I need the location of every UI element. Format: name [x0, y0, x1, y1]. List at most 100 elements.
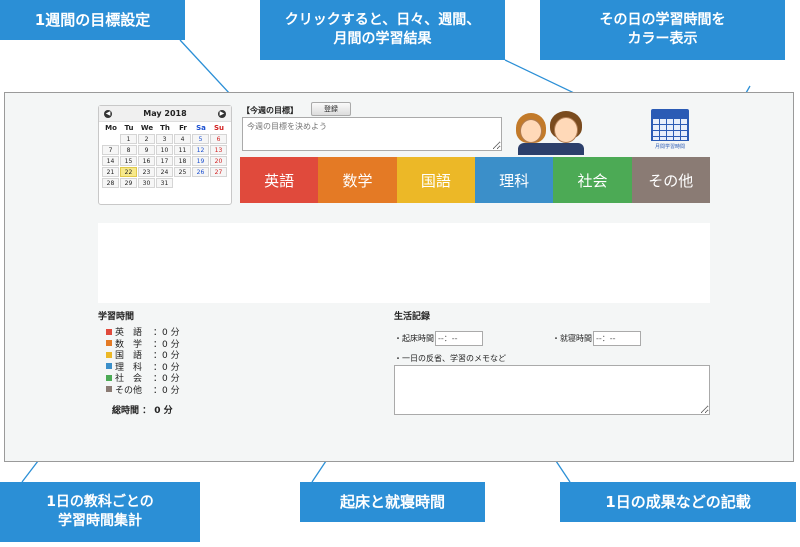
calendar-icon-grid [651, 117, 689, 141]
tab-japanese[interactable]: 国語 [396, 157, 475, 203]
sleep-time-row: ・就寝時間 --：-- [552, 331, 641, 346]
uniforms [518, 143, 584, 155]
calendar-day[interactable]: 5 [192, 134, 209, 144]
calendar-day[interactable]: 27 [210, 167, 227, 177]
tab-science[interactable]: 理科 [474, 157, 554, 203]
calendar-day[interactable]: 14 [102, 156, 119, 166]
callout-daily-record-text: 1日の成果などの記載 [605, 492, 751, 511]
study-subject-minutes: ：0 分 [153, 385, 180, 396]
study-time-heading: 学習時間 [98, 312, 135, 322]
memo-label: ・一日の反省、学習のメモなど [394, 354, 506, 363]
calendar-header: ◀ May 2018 ▶ [99, 106, 231, 122]
chevron-right-icon[interactable]: ▶ [217, 109, 226, 118]
weekday-label: Th [160, 124, 170, 132]
calendar-day[interactable]: 13 [210, 145, 227, 155]
calendar-day[interactable]: 29 [120, 178, 137, 188]
callout-click-result-line2: 月間の学習結果 [333, 31, 432, 47]
calendar-day[interactable]: 24 [156, 167, 173, 177]
calendar-week-row: 28 29 30 31 [99, 178, 231, 189]
calendar-month-title: May 2018 [143, 109, 187, 118]
tab-social-studies[interactable]: 社会 [553, 157, 632, 203]
calendar-day[interactable]: 20 [210, 156, 227, 166]
subject-color-swatch [106, 374, 112, 381]
calendar-day[interactable]: 31 [156, 178, 173, 188]
subject-color-swatch [106, 386, 112, 393]
monthly-study-time-icon[interactable]: 月間学習時間 [651, 109, 689, 153]
calendar-week-row: 14 15 16 17 18 19 20 [99, 156, 231, 167]
callout-click-result-line1: クリックすると、日々、週間、 [284, 12, 481, 29]
student-characters-illustration [512, 111, 590, 155]
calendar-day[interactable]: 6 [210, 134, 227, 144]
calendar-day[interactable]: 17 [156, 156, 173, 166]
calendar-day[interactable]: 28 [102, 178, 119, 188]
subject-color-swatch [106, 340, 112, 347]
tab-math[interactable]: 数学 [318, 157, 397, 203]
wake-time-label: ・起床時間 [394, 334, 434, 343]
weekday-label: Mo [105, 124, 117, 132]
weekday-label-saturday: Sa [196, 124, 206, 132]
subject-tabs: 英語 数学 国語 理科 社会 その他 [240, 157, 710, 203]
calendar-day[interactable]: 16 [138, 156, 155, 166]
study-total-time: 総時間 ： 0 分 [112, 406, 173, 416]
study-time-item: その他 ：0 分 [106, 384, 180, 396]
daily-memo-input[interactable] [394, 365, 710, 415]
callout-wake-sleep-text: 起床と就寝時間 [339, 492, 445, 511]
calendar-day[interactable]: 4 [174, 134, 191, 144]
calendar-day[interactable]: 12 [192, 145, 209, 155]
calendar-days: 1 2 3 4 5 6 7 8 9 10 11 12 13 14 15 16 17 18 19 20 21 22 23 24 2… [99, 134, 231, 189]
study-time-summary: 学習時間 英 語：0 分数 学：0 分国 語：0 分理 科：0 分社 会：0 分… [98, 309, 180, 416]
calendar-day[interactable]: 1 [120, 134, 137, 144]
sleep-time-label: ・就寝時間 [552, 334, 592, 343]
calendar-icon-top [651, 109, 689, 117]
calendar-day[interactable]: 8 [120, 145, 137, 155]
calendar-day[interactable]: 30 [138, 178, 155, 188]
wake-time-input[interactable]: --：-- [435, 331, 483, 346]
boy-face [554, 117, 578, 143]
weekday-label: Tu [124, 124, 134, 132]
subject-color-swatch [106, 351, 112, 358]
calendar-day[interactable]: 2 [138, 134, 155, 144]
callout-subject-total: 1日の教科ごとの 学習時間集計 [0, 482, 200, 542]
tab-other[interactable]: その他 [631, 157, 710, 203]
callout-click-result: クリックすると、日々、週間、 月間の学習結果 [260, 0, 505, 60]
monthly-study-time-caption: 月間学習時間 [654, 144, 685, 150]
subject-color-swatch [106, 363, 112, 370]
life-record: 生活記録 ・起床時間 --：-- ・就寝時間 --：-- [394, 309, 714, 346]
calendar-day[interactable]: 21 [102, 167, 119, 177]
callout-daily-record: 1日の成果などの記載 [560, 482, 796, 522]
calendar-weekday-row: Mo Tu We Th Fr Sa Su [99, 122, 231, 134]
callout-subject-total-line2: 学習時間集計 [58, 513, 142, 529]
calendar-week-row: 21 22 23 24 25 26 27 [99, 167, 231, 178]
callout-weekly-goal: 1週間の目標設定 [0, 0, 185, 40]
chevron-left-icon[interactable]: ◀ [104, 109, 112, 118]
sleep-time-input[interactable]: --：-- [593, 331, 641, 346]
calendar-day[interactable]: 25 [174, 167, 191, 177]
wake-time-row: ・起床時間 --：-- [394, 331, 483, 346]
calendar-week-row: 7 8 9 10 11 12 13 [99, 145, 231, 156]
register-button[interactable]: 登録 [311, 102, 351, 116]
callout-weekly-goal-text: 1週間の目標設定 [34, 10, 151, 29]
calendar-day[interactable]: 10 [156, 145, 173, 155]
callout-color-display: その日の学習時間を カラー表示 [540, 0, 785, 60]
calendar-day[interactable]: 7 [102, 145, 119, 155]
calendar-day[interactable]: 26 [192, 167, 209, 177]
calendar-widget: ◀ May 2018 ▶ Mo Tu We Th Fr Sa Su 123456… [98, 105, 232, 205]
life-record-heading: 生活記録 [394, 312, 431, 322]
study-time-list: 英 語：0 分数 学：0 分国 語：0 分理 科：0 分社 会：0 分その他 ：0… [98, 326, 180, 396]
study-subject-label: その他 [115, 385, 143, 396]
callout-subject-total-line1: 1日の教科ごとの [46, 494, 154, 511]
weekly-goal-label: 【今週の目標】 [242, 106, 298, 115]
calendar-day[interactable]: 23 [138, 167, 155, 177]
weekly-goal-input[interactable] [242, 117, 502, 151]
callout-wake-sleep: 起床と就寝時間 [300, 482, 485, 522]
calendar-day[interactable]: 18 [174, 156, 191, 166]
tab-english[interactable]: 英語 [240, 157, 319, 203]
calendar-day[interactable]: 22 [120, 167, 137, 177]
callout-color-display-line2: カラー表示 [627, 31, 698, 47]
calendar-day[interactable]: 9 [138, 145, 155, 155]
calendar-day[interactable]: 3 [156, 134, 173, 144]
calendar-day[interactable]: 15 [120, 156, 137, 166]
weekday-label: Fr [179, 124, 187, 132]
calendar-day[interactable]: 11 [174, 145, 191, 155]
calendar-day[interactable]: 19 [192, 156, 209, 166]
